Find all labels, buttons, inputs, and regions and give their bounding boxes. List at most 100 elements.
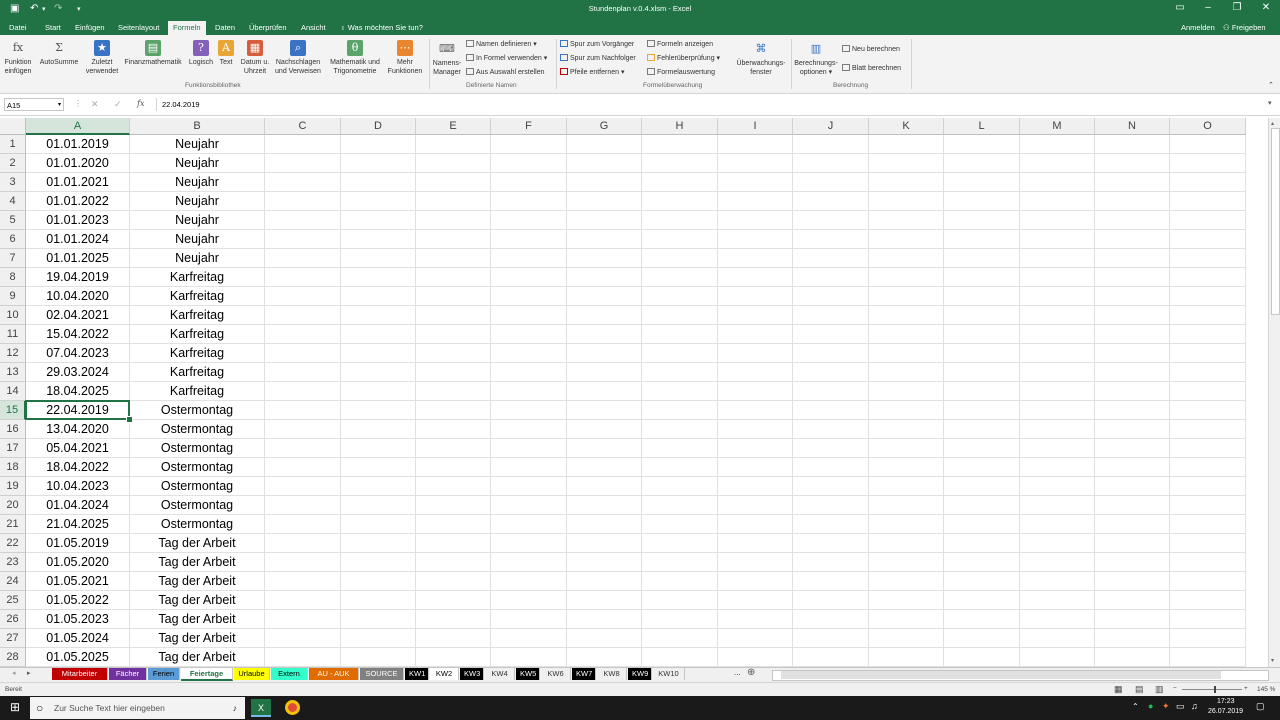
cell-l11[interactable] bbox=[944, 325, 1020, 344]
cell-j21[interactable] bbox=[793, 515, 869, 534]
cell-e16[interactable] bbox=[416, 420, 491, 439]
cell-j3[interactable] bbox=[793, 173, 869, 192]
cell-o16[interactable] bbox=[1170, 420, 1246, 439]
cell-a20[interactable]: 01.04.2024 bbox=[26, 496, 130, 515]
cell-d28[interactable] bbox=[341, 648, 416, 667]
cell-d13[interactable] bbox=[341, 363, 416, 382]
row-header[interactable]: 16 bbox=[0, 420, 26, 439]
chevron-down-icon[interactable]: ▾ bbox=[58, 99, 61, 112]
cell-a22[interactable]: 01.05.2019 bbox=[26, 534, 130, 553]
cell-d8[interactable] bbox=[341, 268, 416, 287]
cell-d1[interactable] bbox=[341, 135, 416, 154]
text-button[interactable]: A Text bbox=[215, 40, 237, 67]
cell-l5[interactable] bbox=[944, 211, 1020, 230]
cell-e19[interactable] bbox=[416, 477, 491, 496]
cell-g20[interactable] bbox=[567, 496, 642, 515]
cell-m10[interactable] bbox=[1020, 306, 1095, 325]
cell-k1[interactable] bbox=[869, 135, 944, 154]
cell-o27[interactable] bbox=[1170, 629, 1246, 648]
column-header-e[interactable]: E bbox=[416, 118, 491, 135]
cell-f6[interactable] bbox=[491, 230, 567, 249]
cell-h14[interactable] bbox=[642, 382, 718, 401]
cell-m26[interactable] bbox=[1020, 610, 1095, 629]
cell-g8[interactable] bbox=[567, 268, 642, 287]
insert-function-button[interactable]: fx Funktion einfügen bbox=[2, 40, 34, 76]
autosum-button[interactable]: Σ AutoSumme bbox=[38, 40, 80, 67]
sheet-tab-feiertage[interactable]: Feiertage bbox=[181, 668, 233, 681]
cell-b18[interactable]: Ostermontag bbox=[130, 458, 265, 477]
insert-function-icon[interactable]: fx bbox=[137, 99, 144, 108]
cell-i11[interactable] bbox=[718, 325, 793, 344]
cell-a7[interactable]: 01.01.2025 bbox=[26, 249, 130, 268]
row-header[interactable]: 24 bbox=[0, 572, 26, 591]
cell-c5[interactable] bbox=[265, 211, 341, 230]
cell-i21[interactable] bbox=[718, 515, 793, 534]
cell-n14[interactable] bbox=[1095, 382, 1170, 401]
cell-m6[interactable] bbox=[1020, 230, 1095, 249]
cell-l26[interactable] bbox=[944, 610, 1020, 629]
cell-l22[interactable] bbox=[944, 534, 1020, 553]
cell-c17[interactable] bbox=[265, 439, 341, 458]
cell-b9[interactable]: Karfreitag bbox=[130, 287, 265, 306]
zoom-slider[interactable] bbox=[1182, 689, 1242, 690]
cell-k25[interactable] bbox=[869, 591, 944, 610]
cell-o17[interactable] bbox=[1170, 439, 1246, 458]
cell-j5[interactable] bbox=[793, 211, 869, 230]
sheet-tab-kw3[interactable]: KW3 bbox=[460, 668, 484, 680]
cell-m13[interactable] bbox=[1020, 363, 1095, 382]
cell-d22[interactable] bbox=[341, 534, 416, 553]
show-formulas-button[interactable]: Formeln anzeigen bbox=[647, 40, 713, 48]
cell-n24[interactable] bbox=[1095, 572, 1170, 591]
cell-o21[interactable] bbox=[1170, 515, 1246, 534]
cell-a14[interactable]: 18.04.2025 bbox=[26, 382, 130, 401]
cell-l13[interactable] bbox=[944, 363, 1020, 382]
cell-e28[interactable] bbox=[416, 648, 491, 667]
cell-j17[interactable] bbox=[793, 439, 869, 458]
cell-f27[interactable] bbox=[491, 629, 567, 648]
cell-b10[interactable]: Karfreitag bbox=[130, 306, 265, 325]
cell-l18[interactable] bbox=[944, 458, 1020, 477]
cell-c26[interactable] bbox=[265, 610, 341, 629]
cell-c16[interactable] bbox=[265, 420, 341, 439]
cell-d10[interactable] bbox=[341, 306, 416, 325]
cell-g5[interactable] bbox=[567, 211, 642, 230]
cell-c1[interactable] bbox=[265, 135, 341, 154]
firefox-tray-icon[interactable]: ✦ bbox=[1162, 701, 1170, 712]
scroll-right-icon[interactable]: ▸ bbox=[27, 669, 31, 677]
cell-a26[interactable]: 01.05.2023 bbox=[26, 610, 130, 629]
enter-icon[interactable]: ✓ bbox=[114, 99, 122, 110]
cell-k24[interactable] bbox=[869, 572, 944, 591]
cell-o6[interactable] bbox=[1170, 230, 1246, 249]
cell-n2[interactable] bbox=[1095, 154, 1170, 173]
tab-start[interactable]: Start bbox=[45, 23, 61, 32]
cell-b7[interactable]: Neujahr bbox=[130, 249, 265, 268]
cell-o8[interactable] bbox=[1170, 268, 1246, 287]
cell-a9[interactable]: 10.04.2020 bbox=[26, 287, 130, 306]
cell-f26[interactable] bbox=[491, 610, 567, 629]
cell-f21[interactable] bbox=[491, 515, 567, 534]
scroll-up-icon[interactable]: ▴ bbox=[1271, 120, 1274, 127]
scroll-thumb[interactable] bbox=[1271, 128, 1280, 315]
cell-l9[interactable] bbox=[944, 287, 1020, 306]
cell-o13[interactable] bbox=[1170, 363, 1246, 382]
column-header-k[interactable]: K bbox=[869, 118, 944, 135]
sheet-tab-kw1[interactable]: KW1 bbox=[405, 668, 429, 680]
cell-d27[interactable] bbox=[341, 629, 416, 648]
cell-b6[interactable]: Neujahr bbox=[130, 230, 265, 249]
cell-o26[interactable] bbox=[1170, 610, 1246, 629]
cell-l14[interactable] bbox=[944, 382, 1020, 401]
cell-b11[interactable]: Karfreitag bbox=[130, 325, 265, 344]
cell-h16[interactable] bbox=[642, 420, 718, 439]
row-header[interactable]: 6 bbox=[0, 230, 26, 249]
cell-i17[interactable] bbox=[718, 439, 793, 458]
cell-o28[interactable] bbox=[1170, 648, 1246, 667]
cell-o24[interactable] bbox=[1170, 572, 1246, 591]
cell-i10[interactable] bbox=[718, 306, 793, 325]
column-header-a[interactable]: A bbox=[26, 118, 130, 135]
cell-o2[interactable] bbox=[1170, 154, 1246, 173]
cell-h7[interactable] bbox=[642, 249, 718, 268]
cell-h8[interactable] bbox=[642, 268, 718, 287]
cell-l19[interactable] bbox=[944, 477, 1020, 496]
cell-i19[interactable] bbox=[718, 477, 793, 496]
cell-l4[interactable] bbox=[944, 192, 1020, 211]
